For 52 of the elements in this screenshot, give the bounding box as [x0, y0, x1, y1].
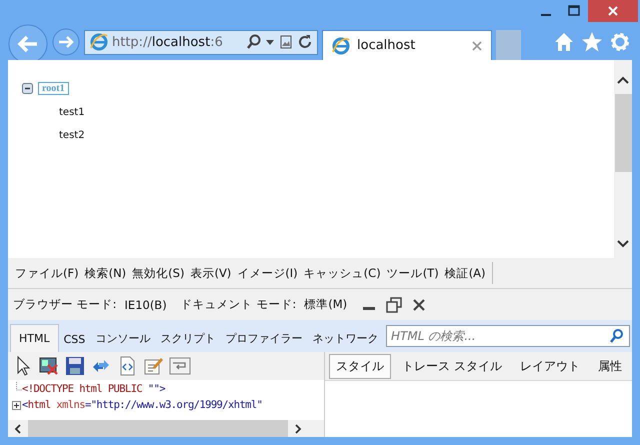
menu-item[interactable]: 検証(A)	[442, 266, 489, 280]
menu-item[interactable]: 検索(N)	[82, 266, 130, 280]
devtools-tab[interactable]: CSS	[58, 327, 90, 352]
menu-item[interactable]: イメージ(I)	[234, 266, 301, 280]
vertical-scrollbar[interactable]	[614, 60, 632, 258]
code-line[interactable]: <!DOCTYPE html PUBLIC "">	[22, 383, 166, 395]
pane-tab[interactable]: レイアウト	[512, 354, 587, 378]
address-bar[interactable]: http://localhost:6	[84, 30, 318, 54]
minimize-icon	[541, 14, 551, 16]
mode-value[interactable]: 標準(M)	[304, 297, 348, 312]
menu-item[interactable]: 表示(V)	[187, 266, 234, 280]
compatibility-icon[interactable]	[278, 34, 294, 50]
mode-label: ブラウザー モード:	[13, 297, 117, 312]
menu-item[interactable]: ツール(T)	[384, 266, 442, 280]
menu-item[interactable]: ファイル(F)	[12, 266, 82, 280]
maximize-icon	[567, 4, 581, 18]
clear-icon[interactable]	[38, 355, 60, 377]
devtools-tab[interactable]: HTML	[10, 324, 59, 352]
browser-logo-icon	[331, 36, 351, 56]
devtools-tab[interactable]: ネットワーク	[307, 325, 384, 352]
word-wrap-icon[interactable]	[168, 355, 192, 377]
refresh-icon[interactable]	[297, 34, 313, 50]
pane-tab[interactable]: スタイル	[329, 354, 391, 378]
tree-node[interactable]: test1	[59, 107, 600, 118]
restore-icon[interactable]	[385, 296, 404, 314]
close-icon[interactable]	[411, 296, 428, 312]
devtools-tab[interactable]: プロファイラー	[220, 325, 308, 352]
browser-logo-icon	[89, 32, 109, 52]
code-line[interactable]: <html xmlns="http://www.w3.org/1999/xhtml"	[22, 399, 262, 411]
close-icon	[606, 4, 620, 18]
save-icon[interactable]	[64, 355, 86, 377]
search-field[interactable]: HTML の検索...	[386, 325, 630, 347]
devtools-tab[interactable]: スクリプト	[155, 325, 220, 352]
menu-item[interactable]: キャッシュ(C)	[300, 266, 384, 280]
collapse-icon[interactable]	[22, 83, 33, 94]
forward-button[interactable]	[52, 28, 80, 56]
favorites-star-icon[interactable]	[580, 30, 604, 54]
close-button[interactable]	[588, 0, 638, 22]
search-icon[interactable]	[246, 34, 262, 50]
expand-icon[interactable]	[12, 398, 22, 412]
menu-item[interactable]: 無効化(S)	[129, 266, 188, 280]
browser-tab[interactable]: localhost	[322, 30, 492, 60]
pane-tab[interactable]: トレース スタイル	[395, 354, 509, 378]
tab-title: localhost	[357, 38, 416, 53]
pane-tab[interactable]: 属性	[590, 354, 629, 378]
url-text: http://localhost:6	[112, 34, 224, 50]
mode-label: ドキュメント モード:	[180, 297, 296, 312]
mode-value[interactable]: IE10(B)	[124, 298, 167, 312]
devtools-tab[interactable]: コンソール	[90, 325, 156, 352]
tree-node[interactable]: test2	[59, 130, 600, 141]
search-icon[interactable]	[609, 328, 625, 344]
edit-icon[interactable]	[142, 355, 164, 377]
